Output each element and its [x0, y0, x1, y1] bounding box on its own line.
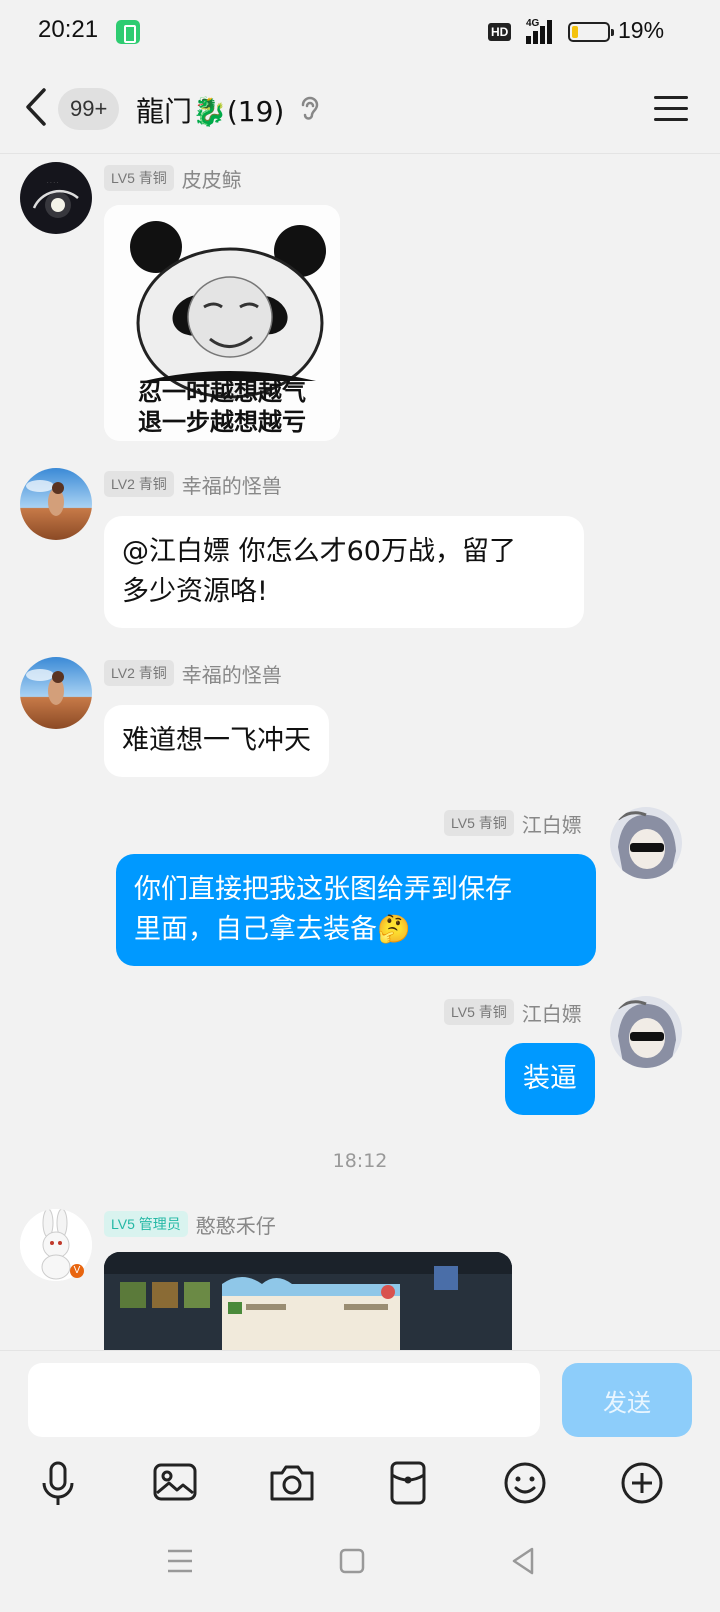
sticker-caption-line: 退一步越想越亏: [138, 408, 306, 436]
camera-icon: [270, 1465, 314, 1501]
charging-icon: [116, 20, 140, 44]
system-navigation-bar: [0, 1515, 720, 1612]
battery-percent: 19%: [618, 17, 665, 43]
sticker-caption-line: 忍一时越想越气: [138, 378, 306, 406]
smiley-icon: [504, 1462, 546, 1504]
menu-icon[interactable]: [654, 94, 688, 122]
level-tag: LV2 青铜: [104, 660, 174, 686]
sender-info: LV5 青铜 江白嫖: [444, 997, 582, 1027]
verified-badge: V: [70, 1264, 84, 1278]
avatar[interactable]: [20, 657, 92, 729]
sender-info: LV5 管理员 憨憨禾仔: [104, 1209, 276, 1239]
level-tag: LV5 青铜: [444, 810, 514, 836]
level-tag: LV5 青铜: [104, 165, 174, 191]
message-text-line: 里面，自己拿去装备🤔: [134, 914, 411, 945]
level-tag: LV2 青铜: [104, 471, 174, 497]
sender-nickname[interactable]: 江白嫖: [522, 998, 582, 1027]
message-text-line: 你们直接把我这张图给弄到保存: [134, 874, 512, 905]
message-text: 装逼: [523, 1063, 577, 1094]
avatar[interactable]: · · · ·: [20, 162, 92, 234]
status-bar: 20:21 HD 4G 19%: [0, 0, 720, 64]
message-list[interactable]: · · · · LV5 青铜 皮皮鲸 忍一时越想越气 退一步越想越亏 LV2 青…: [0, 155, 720, 1350]
ear-icon[interactable]: [298, 94, 320, 126]
menu-lines-icon: [168, 1549, 192, 1573]
message-text: 难道想一飞冲天: [122, 725, 311, 756]
message-text-line: 多少资源咯!: [122, 576, 268, 607]
signal-icon: 4G: [526, 18, 560, 44]
message-bubble[interactable]: 难道想一飞冲天: [104, 705, 329, 777]
admin-tag: LV5 管理员: [104, 1211, 188, 1237]
game-screenshot-image[interactable]: [104, 1252, 512, 1350]
battery-icon: [568, 22, 614, 42]
voice-button[interactable]: [30, 1455, 86, 1511]
recent-apps-button[interactable]: [160, 1541, 200, 1581]
unread-count-badge[interactable]: 99+: [58, 88, 120, 130]
microphone-icon: [42, 1461, 74, 1505]
hd-voice-icon: HD: [488, 23, 512, 41]
camera-button[interactable]: [264, 1455, 320, 1511]
time-divider: 18:12: [332, 1150, 388, 1172]
sender-nickname[interactable]: 憨憨禾仔: [196, 1210, 276, 1239]
photo-button[interactable]: [147, 1455, 203, 1511]
group-title[interactable]: 龍门🐉(19): [136, 90, 284, 130]
sender-nickname[interactable]: 江白嫖: [522, 809, 582, 838]
avatar[interactable]: [20, 468, 92, 540]
avatar[interactable]: [610, 996, 682, 1068]
more-button[interactable]: [614, 1455, 670, 1511]
back-button[interactable]: [22, 86, 52, 128]
svg-text:· · · ·: · · · ·: [47, 180, 59, 186]
back-arrow-icon: [26, 88, 46, 126]
triangle-back-icon: [512, 1547, 534, 1575]
red-packet-icon: [390, 1461, 426, 1505]
back-nav-button[interactable]: [504, 1541, 544, 1581]
level-tag: LV5 青铜: [444, 999, 514, 1025]
sender-nickname[interactable]: 幸福的怪兽: [182, 470, 282, 499]
emoji-button[interactable]: [497, 1455, 553, 1511]
home-button[interactable]: [332, 1541, 372, 1581]
send-button[interactable]: 发送: [562, 1363, 692, 1437]
red-packet-button[interactable]: [380, 1455, 436, 1511]
sender-info: LV5 青铜 皮皮鲸: [104, 163, 242, 193]
message-input[interactable]: [28, 1363, 540, 1437]
sender-info: LV2 青铜 幸福的怪兽: [104, 469, 282, 499]
sender-info: LV2 青铜 幸福的怪兽: [104, 658, 282, 688]
image-icon: [153, 1463, 197, 1501]
plus-circle-icon: [621, 1462, 663, 1504]
square-icon: [339, 1548, 365, 1574]
my-message-bubble[interactable]: 你们直接把我这张图给弄到保存 里面，自己拿去装备🤔: [116, 854, 596, 966]
avatar[interactable]: [610, 807, 682, 879]
sticker-caption: 忍一时越想越气 退一步越想越亏: [104, 377, 340, 437]
chat-header: 99+ 龍门🐉(19): [0, 64, 720, 154]
sender-nickname[interactable]: 皮皮鲸: [182, 164, 242, 193]
sender-nickname[interactable]: 幸福的怪兽: [182, 659, 282, 688]
sender-info: LV5 青铜 江白嫖: [444, 808, 582, 838]
network-type: 4G: [526, 18, 540, 29]
sticker-image[interactable]: 忍一时越想越气 退一步越想越亏: [104, 205, 340, 441]
message-bubble[interactable]: @江白嫖 你怎么才60万战，留了 多少资源咯!: [104, 516, 584, 628]
message-text-line: @江白嫖 你怎么才60万战，留了: [122, 536, 516, 567]
status-time: 20:21: [38, 16, 99, 43]
my-message-bubble[interactable]: 装逼: [505, 1043, 595, 1115]
